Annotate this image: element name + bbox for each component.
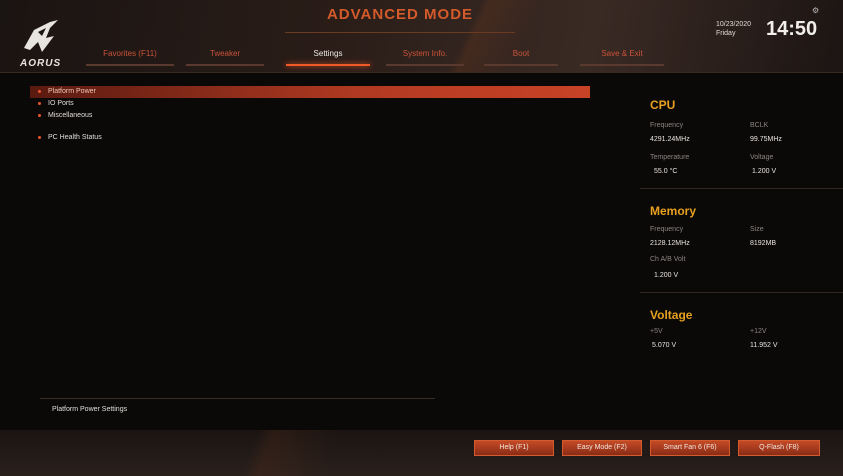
cpu-bclk-label: BCLK (750, 122, 769, 129)
hardware-monitor-panel: CPU Frequency BCLK 4291.24MHz 99.75MHz T… (640, 86, 843, 386)
menu-item-miscellaneous[interactable]: Miscellaneous (30, 110, 590, 122)
gear-icon[interactable]: ⚙ (812, 6, 819, 15)
memory-section-title: Memory (650, 204, 697, 218)
help-button[interactable]: Help (F1) (474, 440, 554, 456)
memory-frequency-label: Frequency (650, 226, 684, 233)
bullet-icon (38, 114, 41, 117)
aorus-eagle-logo (24, 20, 58, 52)
voltage-5v-value: 5.070 V (652, 342, 677, 349)
bullet-icon (38, 102, 41, 105)
tab-system-info[interactable]: System Info. (380, 44, 470, 66)
easy-mode-button[interactable]: Easy Mode (F2) (562, 440, 642, 456)
mode-title: ADVANCED MODE (326, 6, 474, 23)
menu-item-io-ports[interactable]: IO Ports (30, 98, 590, 110)
cpu-voltage-value: 1.200 V (752, 168, 777, 175)
memory-size-value: 8192MB (750, 240, 777, 247)
cpu-frequency-value: 4291.24MHz (650, 136, 690, 143)
memory-volt-label: Ch A/B Volt (650, 256, 686, 263)
tab-boot[interactable]: Boot (478, 44, 564, 66)
memory-volt-value: 1.200 V (654, 272, 679, 279)
voltage-section-title: Voltage (650, 308, 693, 322)
cpu-temperature-value: 55.0 °C (654, 168, 678, 175)
cpu-section-title: CPU (650, 98, 676, 112)
menu-item-label: Platform Power (48, 88, 96, 95)
tab-settings[interactable]: Settings (280, 44, 376, 66)
help-description: Platform Power Settings (52, 406, 128, 413)
menu-spacer (30, 122, 590, 132)
clock: 14:50 (766, 18, 818, 40)
cpu-frequency-label: Frequency (650, 122, 684, 129)
q-flash-button[interactable]: Q-Flash (F8) (738, 440, 820, 456)
cpu-voltage-label: Voltage (750, 154, 774, 161)
date-text: 10/23/2020 (716, 21, 752, 28)
memory-frequency-value: 2128.12MHz (650, 240, 690, 247)
tab-save-exit[interactable]: Save & Exit (574, 44, 670, 66)
menu-item-label: Miscellaneous (48, 112, 93, 119)
menu-item-label: PC Health Status (48, 134, 102, 141)
date-display: 10/23/2020 Friday (716, 20, 751, 38)
menu-item-label: IO Ports (48, 100, 74, 107)
panel-divider (640, 188, 843, 189)
tab-tweaker[interactable]: Tweaker (180, 44, 270, 66)
cpu-bclk-value: 99.75MHz (750, 136, 782, 143)
brand-logo-text: AORUS (20, 58, 62, 69)
settings-menu: Platform Power IO Ports Miscellaneous PC… (30, 86, 590, 144)
header-bar: AORUS ADVANCED MODE Favorites (F11) Twea… (0, 0, 843, 73)
smart-fan-button[interactable]: Smart Fan 6 (F6) (650, 440, 730, 456)
panel-divider (640, 292, 843, 293)
voltage-12v-value: 11.952 V (750, 342, 778, 349)
bullet-icon (38, 136, 41, 139)
menu-item-platform-power[interactable]: Platform Power (30, 86, 590, 98)
tab-favorites[interactable]: Favorites (F11) (80, 44, 180, 66)
tab-bar: Favorites (F11) Tweaker Settings System … (80, 44, 670, 68)
menu-item-pc-health-status[interactable]: PC Health Status (30, 132, 590, 144)
bullet-icon (38, 90, 41, 93)
day-text: Friday (716, 30, 736, 37)
help-divider (40, 398, 435, 399)
voltage-5v-label: +5V (650, 328, 663, 335)
cpu-temperature-label: Temperature (650, 154, 690, 161)
voltage-12v-label: +12V (750, 328, 767, 335)
memory-size-label: Size (750, 226, 764, 233)
